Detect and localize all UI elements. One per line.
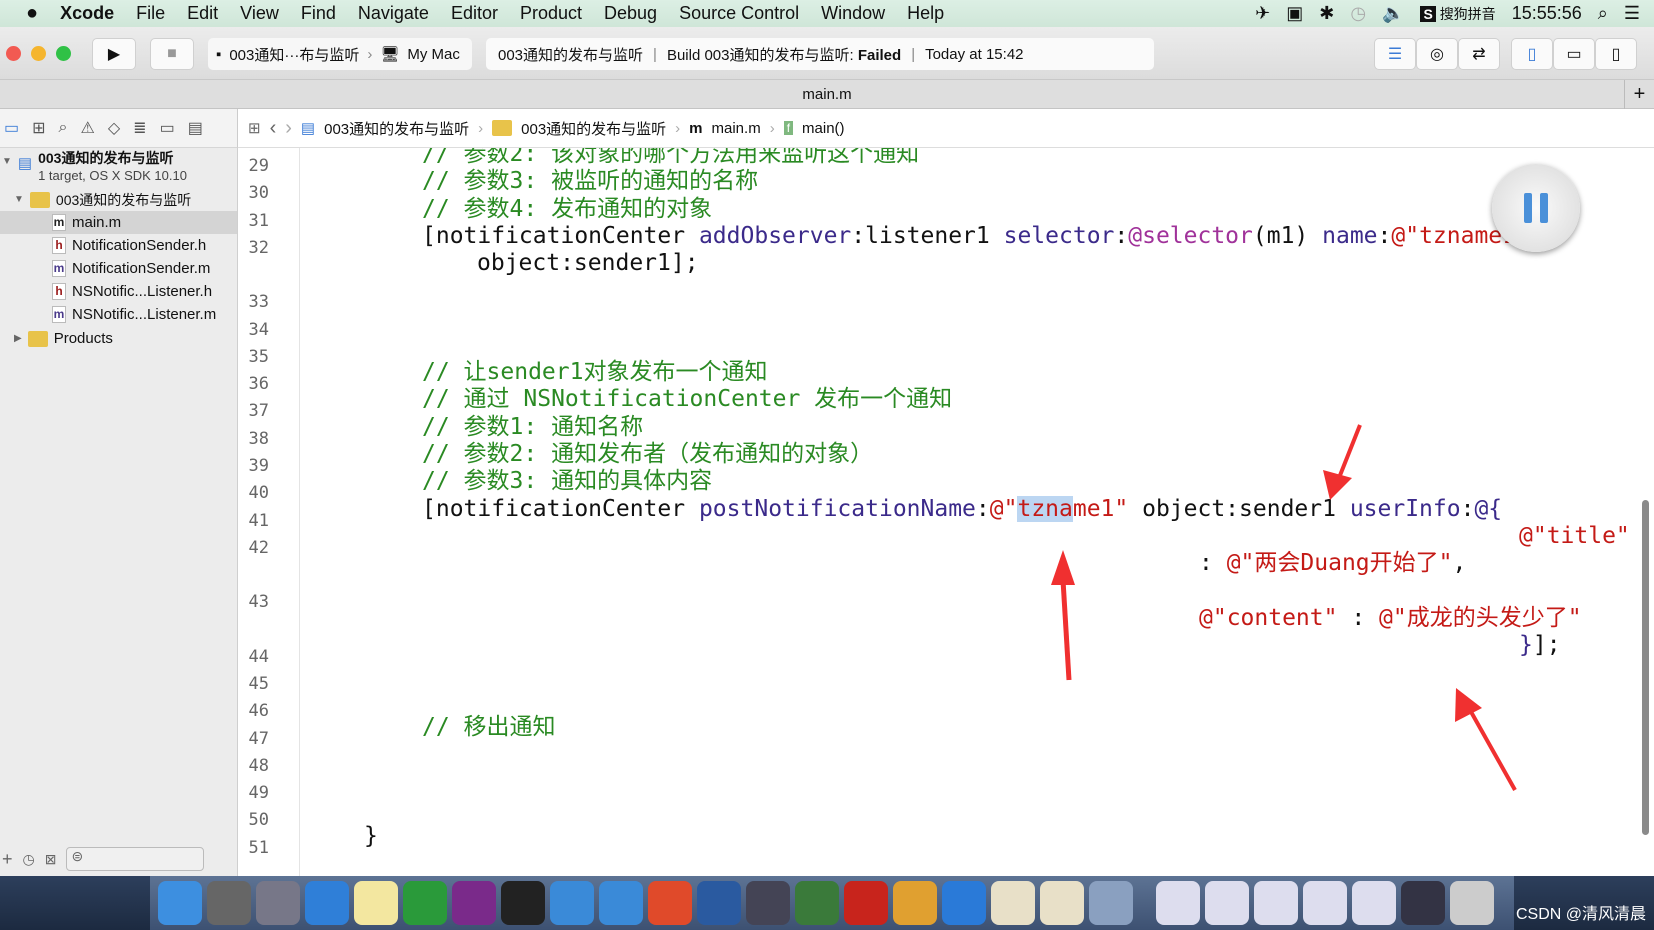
dock-window-icon[interactable] [1303, 881, 1347, 925]
dock-notes-icon[interactable] [354, 881, 398, 925]
dock-window-icon[interactable] [1254, 881, 1298, 925]
dock [150, 876, 1514, 930]
dock-word-icon[interactable] [942, 881, 986, 925]
dock-instruments-icon[interactable] [697, 881, 741, 925]
red-arrow-middle [1051, 550, 1075, 681]
dock-xcode-alt-icon[interactable] [599, 881, 643, 925]
dock-safari-icon[interactable] [305, 881, 349, 925]
dock-display-icon[interactable] [1401, 881, 1445, 925]
dock-preview-icon[interactable] [1040, 881, 1084, 925]
dock-window-icon[interactable] [1205, 881, 1249, 925]
red-arrow-top [1323, 424, 1362, 500]
dock-terminal-icon[interactable] [501, 881, 545, 925]
watermark: CSDN @清风清晨 [1515, 906, 1646, 923]
annotation-arrows [1051, 424, 1517, 791]
editor-scrollbar[interactable] [1642, 500, 1649, 835]
dock-launchpad-icon[interactable] [256, 881, 300, 925]
dock-window-icon[interactable] [1156, 881, 1200, 925]
pause-icon [1524, 193, 1532, 223]
red-arrow-bottom [1455, 688, 1517, 791]
dock-window-icon[interactable] [1352, 881, 1396, 925]
dock-onenote-icon[interactable] [452, 881, 496, 925]
dock-finder-icon[interactable] [158, 881, 202, 925]
dock-imovie-icon[interactable] [746, 881, 790, 925]
dock-xcode-icon[interactable] [550, 881, 594, 925]
dock-photos-icon[interactable] [1089, 881, 1133, 925]
dock-app-icon[interactable] [795, 881, 839, 925]
dock-trash-icon[interactable] [1450, 881, 1494, 925]
dock-powerpoint-icon[interactable] [648, 881, 692, 925]
dock-app-icon[interactable] [893, 881, 937, 925]
dock-preview-icon[interactable] [991, 881, 1035, 925]
dock-filezilla-icon[interactable] [844, 881, 888, 925]
dock-system-preferences-icon[interactable] [207, 881, 251, 925]
pause-recording-button[interactable] [1492, 164, 1580, 252]
dock-excel-icon[interactable] [403, 881, 447, 925]
pause-icon [1540, 193, 1548, 223]
